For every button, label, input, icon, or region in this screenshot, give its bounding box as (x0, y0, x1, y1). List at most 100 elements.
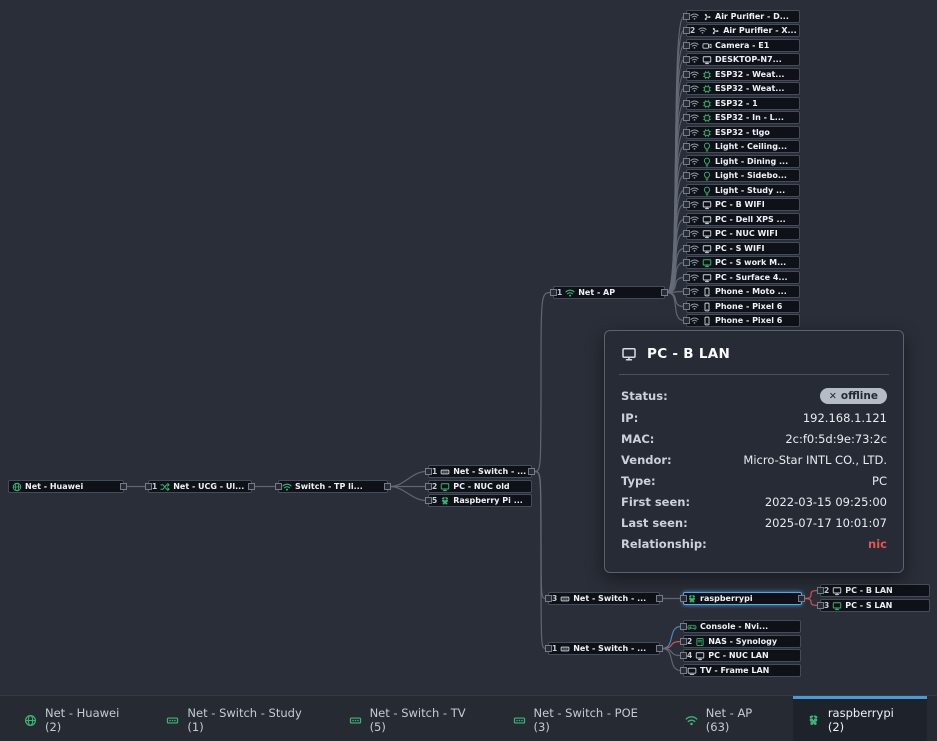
node-tplink[interactable]: Switch - TP li... (278, 480, 388, 493)
detail-value: 2025-07-17 10:01:07 (765, 516, 887, 530)
node-label: Console - Nvi... (700, 621, 797, 632)
node-ap16[interactable]: PC - S WIFI (686, 242, 800, 255)
node-ucg[interactable]: 1Net - UCG - Ul... (148, 480, 252, 493)
node-sw_poe[interactable]: 1 Net - Switch - ... (428, 465, 532, 478)
connector-port (680, 595, 687, 602)
node-ap18[interactable]: PC - Surface 4... (686, 271, 800, 284)
node-sw_c[interactable]: 1Net - Switch - ... (548, 642, 660, 655)
wifi-icon (690, 12, 699, 21)
connector-port (683, 317, 690, 324)
nas-icon (695, 637, 705, 647)
detail-label: Status: (621, 389, 668, 403)
port-number-badge: 1 (432, 467, 437, 476)
node-ap5[interactable]: ESP32 - Weat... (686, 82, 800, 95)
node-ap2[interactable]: Camera - E1 (686, 39, 800, 52)
detail-row: Relationship:nic (621, 537, 887, 551)
node-ap3[interactable]: DESKTOP-N7... (686, 53, 800, 66)
chip-icon (702, 113, 712, 123)
node-ap17[interactable]: PC - S work M... (686, 256, 800, 269)
port-number-badge: 1 (557, 288, 562, 297)
legend-tab-net-ap-63[interactable]: Net - AP (63) (671, 696, 793, 741)
detail-value: Micro-Star INTL CO., LTD. (743, 453, 887, 467)
node-label: Net - Switch - ... (453, 466, 528, 477)
connector-port (680, 652, 687, 659)
connector-port (550, 289, 557, 296)
node-rpi_old[interactable]: 5Raspberry Pi ... (428, 494, 532, 507)
node-label: ESP32 - 1 (715, 98, 796, 109)
node-ap10[interactable]: Light - Dining ... (686, 155, 800, 168)
node-ap7[interactable]: ESP32 - In - L... (686, 111, 800, 124)
switch-icon (560, 594, 570, 604)
connector-port (817, 602, 824, 609)
node-label: Light - Ceiling... (715, 141, 796, 152)
raspberry-icon (687, 594, 697, 604)
node-label: PC - NUC old (453, 481, 528, 492)
connector-port (275, 483, 282, 490)
switch-icon (166, 714, 179, 727)
node-ap12[interactable]: Light - Study ... (686, 184, 800, 197)
wifi-icon (690, 157, 699, 166)
detail-row: Last seen:2025-07-17 10:01:07 (621, 516, 887, 530)
node-ap9[interactable]: Light - Ceiling... (686, 140, 800, 153)
node-pc_b[interactable]: 2PC - B LAN (820, 584, 930, 597)
node-ap13[interactable]: PC - B WIFI (686, 198, 800, 211)
node-ap1[interactable]: 2Air Purifier - X... (686, 24, 800, 37)
node-ap11[interactable]: Light - Sidebo... (686, 169, 800, 182)
wifi-icon (690, 287, 699, 296)
node-sw_b[interactable]: 3Net - Switch - ... (548, 592, 660, 605)
node-nuc_old[interactable]: 2PC - NUC old (428, 480, 532, 493)
node-pc_s[interactable]: 3PC - S LAN (820, 599, 930, 612)
node-rpi[interactable]: raspberrypi (683, 592, 802, 605)
detail-row: Vendor:Micro-Star INTL CO., LTD. (621, 453, 887, 467)
detail-label: Type: (621, 474, 656, 488)
port-number-badge: 5 (432, 496, 437, 505)
legend-tab-label: Net - Switch - TV (5) (370, 706, 485, 734)
node-label: Net - Huawei (25, 481, 120, 492)
legend-tab-net-switch-poe-3[interactable]: Net - Switch - POE (3) (499, 696, 671, 741)
wifi-icon (690, 273, 699, 282)
chip-icon (702, 84, 712, 94)
bulb-icon (702, 171, 712, 181)
node-tvframe[interactable]: TV - Frame LAN (683, 664, 801, 677)
legend-tab-label: Net - Switch - Study (1) (187, 706, 320, 734)
tooltip-title: PC - B LAN (647, 346, 730, 362)
tooltip-header: PC - B LAN (619, 331, 889, 375)
connector-port (545, 595, 552, 602)
fan-icon (710, 26, 720, 36)
legend-tab-net-huawei-2[interactable]: Net - Huawei (2) (10, 696, 152, 741)
legend-tab-net-switch-study-1[interactable]: Net - Switch - Study (1) (152, 696, 334, 741)
node-ap8[interactable]: ESP32 - tlgo (686, 126, 800, 139)
node-ap6[interactable]: ESP32 - 1 (686, 97, 800, 110)
node-pcnuc[interactable]: 4PC - NUC LAN (683, 649, 801, 662)
node-ap14[interactable]: PC - Dell XPS ... (686, 213, 800, 226)
globe-icon (12, 482, 22, 492)
connector-port (248, 483, 255, 490)
node-netap[interactable]: 1Net - AP (553, 286, 665, 299)
connector-port (683, 187, 690, 194)
node-ap20[interactable]: Phone - Pixel 6 (686, 300, 800, 313)
wifi-icon (690, 84, 699, 93)
network-topology-app: Net - Huawei 1Net - UCG - Ul... Switch - T… (0, 0, 937, 741)
node-ap21[interactable]: Phone - Pixel 6 (686, 314, 800, 327)
legend-tab-raspberrypi-2[interactable]: raspberrypi (2) (793, 696, 927, 741)
connector-port (425, 468, 432, 475)
node-ap19[interactable]: Phone - Moto ... (686, 285, 800, 298)
wifi-icon (690, 142, 699, 151)
connector-port (683, 114, 690, 121)
node-label: ESP32 - tlgo (715, 127, 796, 138)
connector-port (683, 274, 690, 281)
monitor-icon (702, 244, 712, 254)
connector-port (683, 71, 690, 78)
legend-tab-net-switch-tv-5[interactable]: Net - Switch - TV (5) (335, 696, 499, 741)
monitor-icon (702, 215, 712, 225)
wifi-icon (690, 171, 699, 180)
wifi-icon (690, 99, 699, 108)
node-label: PC - Dell XPS ... (715, 214, 796, 225)
node-ap15[interactable]: PC - NUC WIFI (686, 227, 800, 240)
node-ap0[interactable]: Air Purifier - D... (686, 10, 800, 23)
node-console[interactable]: Console - Nvi... (683, 620, 801, 633)
port-number-badge: 2 (824, 586, 829, 595)
node-huawei[interactable]: Net - Huawei (8, 480, 124, 493)
node-ap4[interactable]: ESP32 - Weat... (686, 68, 800, 81)
node-nas[interactable]: 2NAS - Synology (683, 635, 801, 648)
